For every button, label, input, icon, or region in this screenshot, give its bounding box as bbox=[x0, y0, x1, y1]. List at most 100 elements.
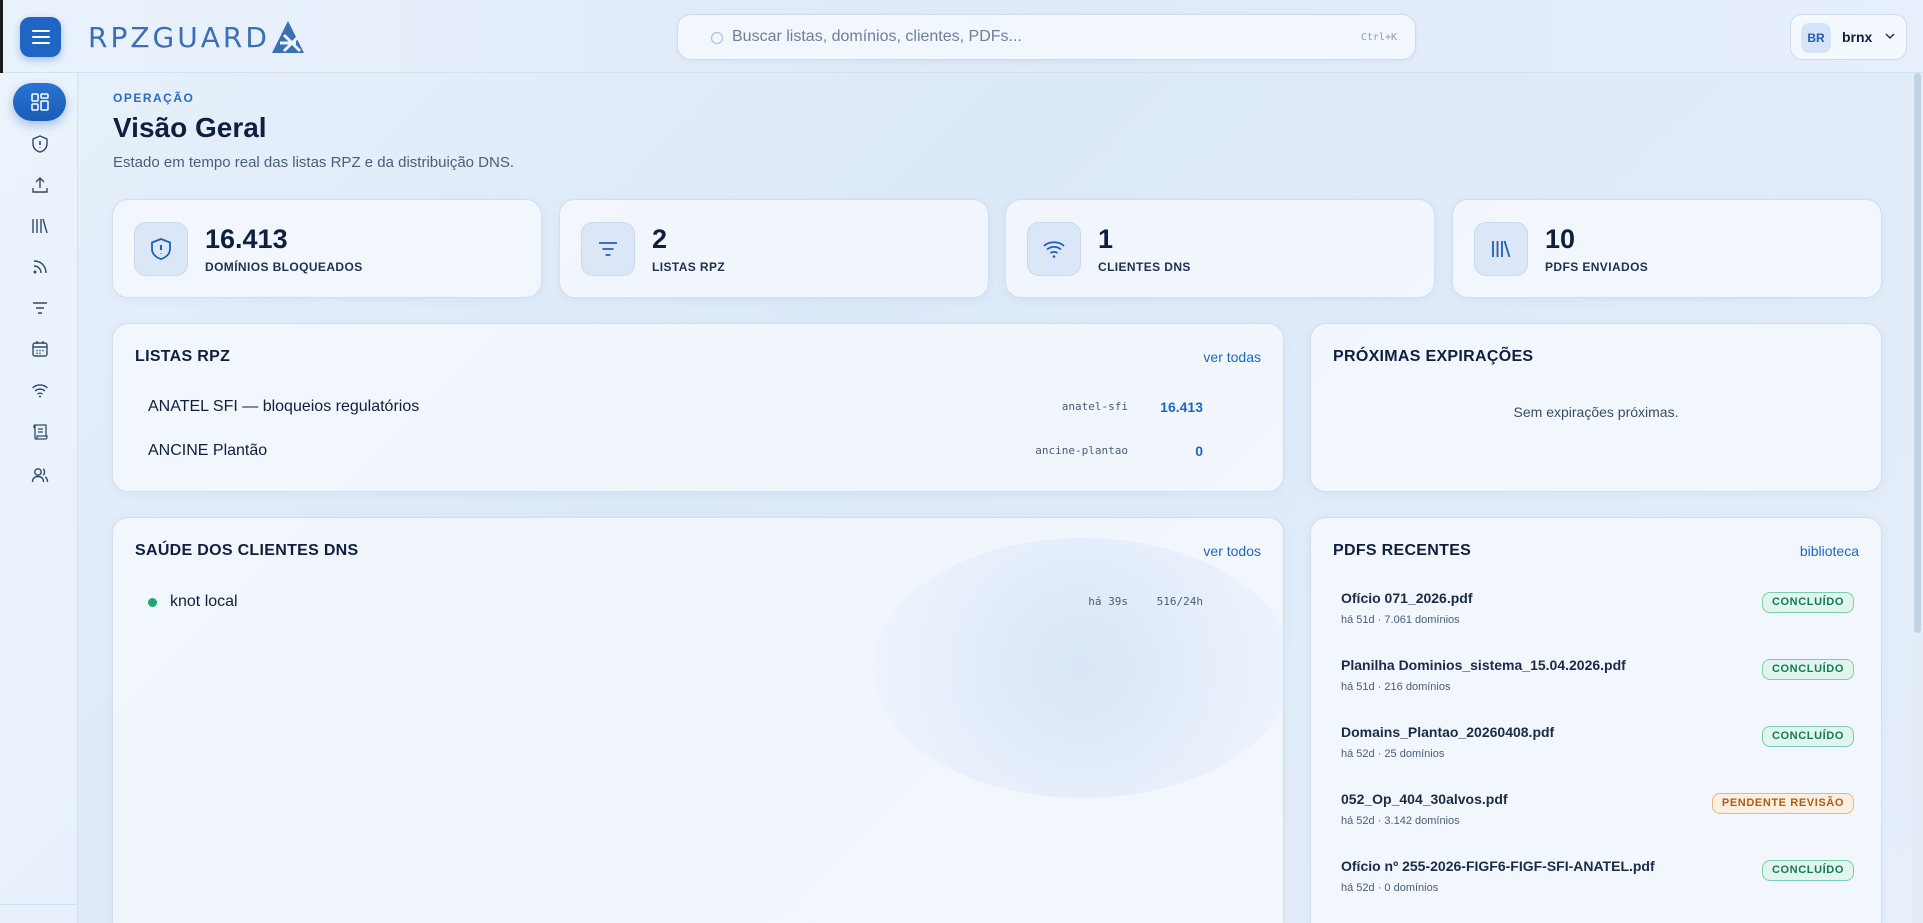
expirations-title: PRÓXIMAS EXPIRAÇÕES bbox=[1333, 348, 1534, 365]
search-input[interactable]: Buscar listas, domínios, clientes, PDFs.… bbox=[677, 14, 1416, 60]
logo-mark-icon bbox=[271, 21, 304, 53]
app-logo[interactable]: RPZGUARD bbox=[88, 17, 306, 57]
library-icon bbox=[31, 218, 48, 234]
search-shortcut: Ctrl+K bbox=[1360, 32, 1397, 43]
rpz-list-count: 16.413 bbox=[1160, 399, 1203, 415]
expirations-card: PRÓXIMAS EXPIRAÇÕES Sem expirações próxi… bbox=[1310, 323, 1882, 492]
rss-icon bbox=[33, 260, 47, 274]
pdf-file-name: 052_Op_404_30alvos.pdf bbox=[1341, 791, 1508, 807]
pdf-row[interactable]: Ofício 071_2026.pdf há 51d · 7.061 domín… bbox=[1341, 590, 1854, 640]
stat-icon-box bbox=[1474, 222, 1528, 276]
stat-value: 2 bbox=[652, 224, 668, 254]
scroll-icon bbox=[32, 424, 48, 440]
recent-pdfs-library-link[interactable]: biblioteca bbox=[1800, 543, 1859, 559]
shield-icon bbox=[31, 135, 48, 153]
pdf-meta: há 52d · 0 domínios bbox=[1341, 882, 1439, 894]
sidebar-item-users[interactable] bbox=[13, 456, 66, 494]
stat-icon-box bbox=[134, 222, 188, 276]
stat-card-pdfs-sent[interactable]: 10 PDFS ENVIADOS bbox=[1452, 199, 1882, 298]
stat-value: 1 bbox=[1098, 224, 1114, 254]
page-scrollbar[interactable] bbox=[1912, 73, 1923, 923]
rpz-list-row[interactable]: ANCINE Plantão ancine-plantao 0 bbox=[148, 436, 1238, 466]
pdf-meta: há 51d · 216 domínios bbox=[1341, 681, 1451, 693]
rpz-list-slug: anatel-sfi bbox=[1061, 400, 1128, 413]
dns-client-name: knot local bbox=[170, 593, 238, 610]
calendar-icon bbox=[31, 341, 48, 357]
pdf-row[interactable]: Ofício nº 255-2026-FIGF6-FIGF-SFI-ANATEL… bbox=[1341, 858, 1854, 908]
scrollbar-thumb[interactable] bbox=[1914, 73, 1921, 633]
menu-button[interactable] bbox=[20, 17, 61, 57]
rpz-list-row[interactable]: ANATEL SFI — bloqueios regulatórios anat… bbox=[148, 392, 1238, 422]
sidebar-item-dashboard[interactable] bbox=[13, 83, 66, 121]
stat-value: 16.413 bbox=[205, 224, 288, 254]
stat-label: LISTAS RPZ bbox=[652, 260, 726, 274]
status-dot bbox=[148, 598, 157, 607]
stat-card-dns-clients[interactable]: 1 CLIENTES DNS bbox=[1005, 199, 1435, 298]
avatar: BR bbox=[1801, 23, 1831, 53]
stat-label: PDFS ENVIADOS bbox=[1545, 260, 1649, 274]
pdf-file-name: Ofício 071_2026.pdf bbox=[1341, 590, 1473, 606]
status-badge: PENDENTE REVISÃO bbox=[1711, 793, 1854, 814]
pdf-meta: há 51d · 7.061 domínios bbox=[1341, 614, 1460, 626]
sidebar-divider bbox=[0, 904, 78, 905]
stat-label: DOMÍNIOS BLOQUEADOS bbox=[205, 260, 363, 274]
user-menu[interactable]: BR brnx bbox=[1790, 14, 1907, 60]
rpz-list-count: 0 bbox=[1195, 443, 1203, 459]
dns-health-view-all-link[interactable]: ver todos bbox=[1203, 543, 1261, 559]
rpz-list-name: ANATEL SFI — bloqueios regulatórios bbox=[148, 398, 420, 415]
library-icon bbox=[1492, 240, 1511, 258]
rpz-list-name: ANCINE Plantão bbox=[148, 442, 268, 459]
hamburger-icon bbox=[31, 30, 50, 44]
pdf-row[interactable]: Planilha Dominios_sistema_15.04.2026.pdf… bbox=[1341, 657, 1854, 707]
rpz-list-slug: ancine-plantao bbox=[1035, 444, 1128, 457]
page-subtitle: Estado em tempo real das listas RPZ e da… bbox=[113, 154, 515, 171]
page-eyebrow: OPERAÇÃO bbox=[113, 91, 195, 105]
pdf-row[interactable]: Domains_Plantao_20260408.pdf há 52d · 25… bbox=[1341, 724, 1854, 774]
rpz-lists-view-all-link[interactable]: ver todas bbox=[1203, 349, 1261, 365]
sidebar-item-library[interactable] bbox=[13, 207, 66, 245]
shield-icon bbox=[151, 238, 171, 260]
dns-client-row[interactable]: knot local há 39s 516/24h bbox=[148, 590, 1238, 614]
dns-health-title: SAÚDE DOS CLIENTES DNS bbox=[135, 542, 359, 559]
rpz-lists-card: LISTAS RPZ ver todas ANATEL SFI — bloque… bbox=[112, 323, 1284, 492]
sidebar-item-lists[interactable] bbox=[13, 289, 66, 327]
dns-client-last-seen: há 39s bbox=[1088, 595, 1128, 608]
pdf-file-name: Ofício nº 255-2026-FIGF6-FIGF-SFI-ANATEL… bbox=[1341, 858, 1655, 874]
search-placeholder: Buscar listas, domínios, clientes, PDFs.… bbox=[732, 28, 1022, 45]
stat-label: CLIENTES DNS bbox=[1098, 260, 1191, 274]
status-badge: CONCLUÍDO bbox=[1761, 860, 1854, 881]
recent-pdfs-title: PDFS RECENTES bbox=[1333, 542, 1472, 559]
sidebar-item-upload[interactable] bbox=[13, 166, 66, 204]
sidebar bbox=[0, 73, 78, 923]
page-title: Visão Geral bbox=[113, 112, 267, 143]
top-bar: RPZGUARD Buscar listas, domínios, client… bbox=[0, 0, 1923, 73]
wifi-icon bbox=[1043, 241, 1065, 258]
stat-icon-box bbox=[1027, 222, 1081, 276]
sidebar-item-logs[interactable] bbox=[13, 413, 66, 451]
expirations-empty-message: Sem expirações próximas. bbox=[1513, 404, 1679, 420]
sidebar-item-blocking[interactable] bbox=[13, 125, 66, 163]
dns-client-rate: 516/24h bbox=[1156, 595, 1203, 608]
upload-icon bbox=[31, 177, 48, 193]
filter-icon bbox=[32, 302, 47, 314]
search-icon bbox=[710, 31, 724, 50]
sidebar-item-feeds[interactable] bbox=[13, 248, 66, 286]
status-badge: CONCLUÍDO bbox=[1761, 592, 1854, 613]
dashboard-icon bbox=[30, 93, 49, 111]
sidebar-item-schedule[interactable] bbox=[13, 330, 66, 368]
background-glow bbox=[873, 538, 1283, 798]
stat-card-rpz-lists[interactable]: 2 LISTAS RPZ bbox=[559, 199, 989, 298]
window-edge bbox=[0, 0, 3, 73]
pdf-meta: há 52d · 25 domínios bbox=[1341, 748, 1445, 760]
users-icon bbox=[31, 468, 48, 483]
rpz-lists-title: LISTAS RPZ bbox=[135, 348, 231, 365]
pdf-file-name: Domains_Plantao_20260408.pdf bbox=[1341, 724, 1555, 740]
sidebar-item-clients[interactable] bbox=[13, 371, 66, 409]
stat-card-blocked-domains[interactable]: 16.413 DOMÍNIOS BLOQUEADOS bbox=[112, 199, 542, 298]
pdf-meta: há 52d · 3.142 domínios bbox=[1341, 815, 1460, 827]
pdf-file-name: Planilha Dominios_sistema_15.04.2026.pdf bbox=[1341, 657, 1626, 673]
stat-value: 10 bbox=[1545, 224, 1576, 254]
recent-pdfs-card: PDFS RECENTES biblioteca Ofício 071_2026… bbox=[1310, 517, 1882, 923]
user-name: brnx bbox=[1842, 29, 1873, 45]
pdf-row[interactable]: 052_Op_404_30alvos.pdf há 52d · 3.142 do… bbox=[1341, 791, 1854, 841]
